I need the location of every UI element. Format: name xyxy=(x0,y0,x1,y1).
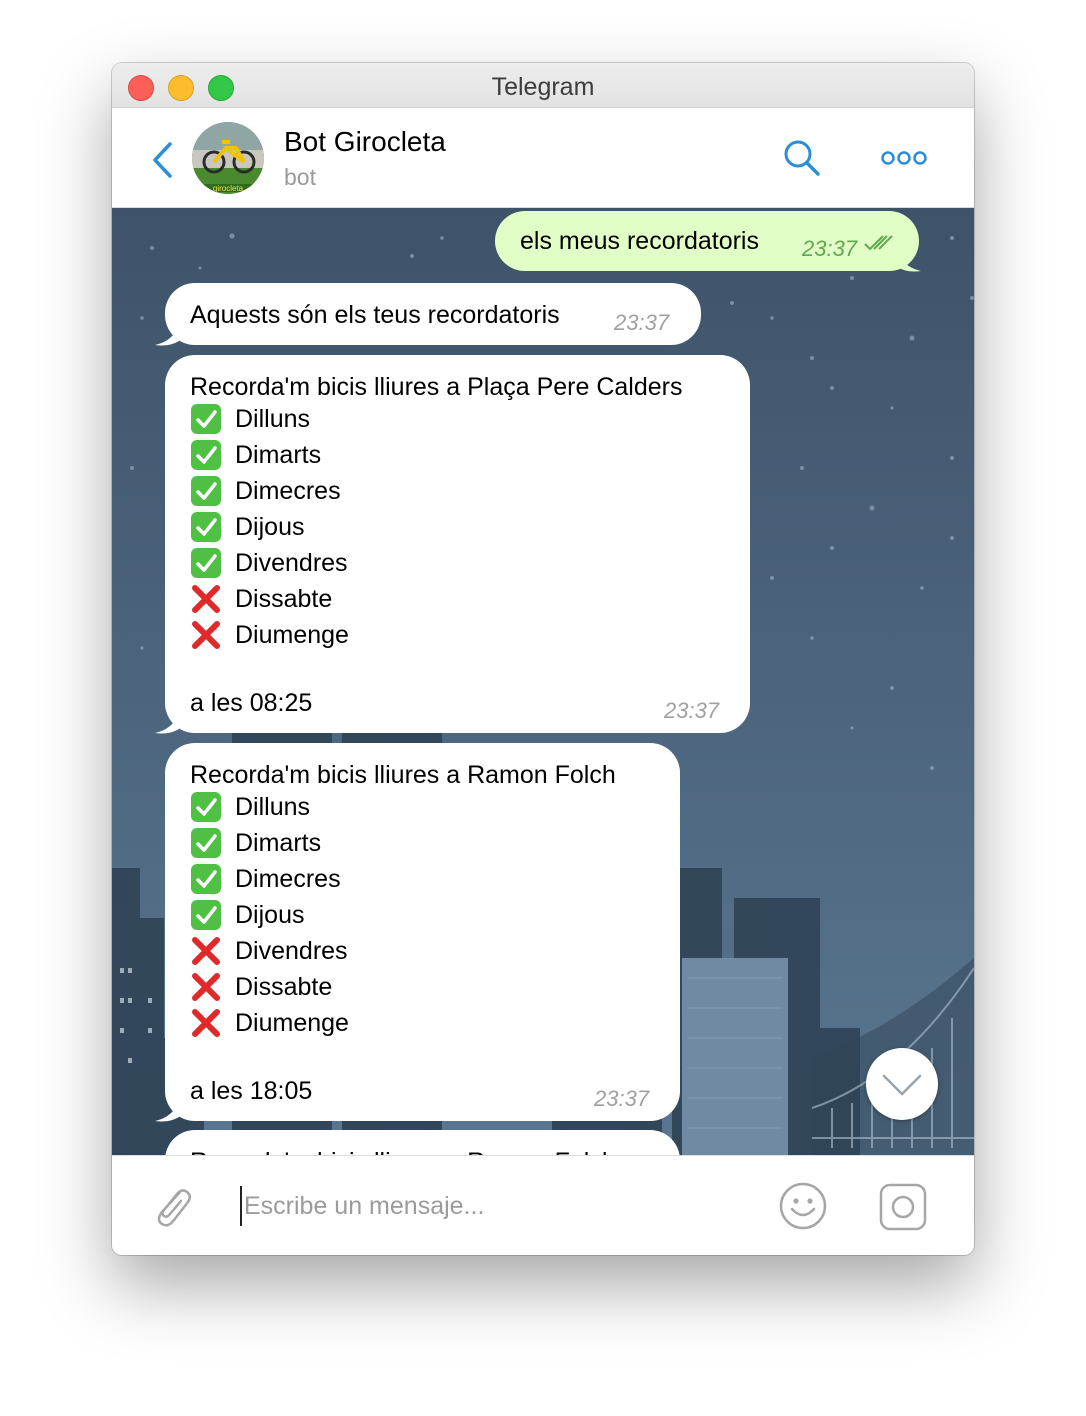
telegram-window: Telegram girocleta Bot Girocleta bot els… xyxy=(112,63,974,1255)
avatar-brand-text: girocleta xyxy=(213,184,244,193)
camera-button[interactable] xyxy=(878,1182,928,1232)
cross-mark-emoji xyxy=(192,937,220,965)
message-text: Aquests són els teus recordatoris xyxy=(190,301,560,329)
read-checkmarks-icon xyxy=(864,235,893,251)
chat-history[interactable]: els meus recordatoris 23:37 Aquests són … xyxy=(112,208,974,1155)
day-label: Dimecres xyxy=(235,865,341,893)
day-label: Dimarts xyxy=(235,829,322,857)
message-time: 23:37 xyxy=(594,1086,650,1111)
reminder-message-partial[interactable]: Recorda'm bicis lliures a Ramon Folch xyxy=(165,1130,680,1155)
day-label: Divendres xyxy=(235,937,348,965)
chat-header: girocleta Bot Girocleta bot xyxy=(112,108,974,208)
bubble-tail xyxy=(155,325,179,346)
reminder-message[interactable]: Recorda'm bicis lliures a Plaça Pere Cal… xyxy=(155,355,750,734)
cross-mark-emoji xyxy=(192,973,220,1001)
title-bar: Telegram xyxy=(112,63,974,108)
bubble-tail xyxy=(155,1101,179,1122)
bicycle-avatar-image: girocleta xyxy=(192,122,264,194)
check-mark-emoji xyxy=(191,792,221,822)
day-label: Dissabte xyxy=(235,585,333,613)
check-mark-emoji xyxy=(191,548,221,578)
check-mark-emoji xyxy=(191,476,221,506)
reminder-time-text: a les 08:25 xyxy=(190,689,313,717)
reminder-title: Recorda'm bicis lliures a Ramon Folch xyxy=(190,1144,616,1155)
search-button[interactable] xyxy=(782,138,822,178)
check-mark-emoji xyxy=(191,404,221,434)
message-composer xyxy=(112,1155,974,1255)
chat-subtitle: bot xyxy=(284,164,316,190)
more-button[interactable] xyxy=(880,148,928,168)
message-time: 23:37 xyxy=(802,236,858,261)
cross-mark-emoji xyxy=(192,1009,220,1037)
back-button[interactable] xyxy=(150,140,174,180)
emoji-icon xyxy=(779,1182,827,1230)
window-title: Telegram xyxy=(491,73,595,101)
check-mark-emoji xyxy=(191,440,221,470)
search-icon xyxy=(784,140,820,176)
day-label: Dimecres xyxy=(235,477,341,505)
back-icon xyxy=(153,142,172,178)
day-label: Divendres xyxy=(235,549,348,577)
bubble-tail xyxy=(897,251,921,272)
day-label: Dissabte xyxy=(235,973,333,1001)
message-time: 23:37 xyxy=(614,310,670,335)
cross-mark-emoji xyxy=(192,621,220,649)
message-input[interactable] xyxy=(240,1186,746,1226)
chat-title[interactable]: Bot Girocleta xyxy=(284,126,446,158)
day-label: Diumenge xyxy=(235,1009,349,1037)
message-time: 23:37 xyxy=(664,698,720,723)
check-mark-emoji xyxy=(191,864,221,894)
day-label: Dilluns xyxy=(235,405,311,433)
message-text: els meus recordatoris xyxy=(520,227,759,255)
message-incoming[interactable]: Aquests són els teus recordatoris 23:37 xyxy=(155,283,701,346)
attach-button[interactable] xyxy=(150,1182,194,1230)
day-label: Dimarts xyxy=(235,441,322,469)
reminder-message[interactable]: Recorda'm bicis lliures a Ramon Folch Di… xyxy=(155,743,680,1122)
bubble-tail xyxy=(155,713,179,734)
check-mark-emoji xyxy=(191,900,221,930)
reminder-time-text: a les 18:05 xyxy=(190,1077,313,1105)
check-mark-emoji xyxy=(191,828,221,858)
cross-mark-emoji xyxy=(192,585,220,613)
check-mark-emoji xyxy=(191,512,221,542)
more-icon xyxy=(881,151,927,165)
reminder-title: Recorda'm bicis lliures a Ramon Folch xyxy=(190,761,616,789)
message-outgoing[interactable]: els meus recordatoris 23:37 xyxy=(495,211,921,272)
day-label: Diumenge xyxy=(235,621,349,649)
bot-avatar[interactable]: girocleta xyxy=(192,122,264,194)
chevron-down-icon xyxy=(882,1074,922,1096)
camera-icon xyxy=(879,1183,927,1231)
day-label: Dilluns xyxy=(235,793,311,821)
emoji-button[interactable] xyxy=(778,1181,828,1231)
day-label: Dijous xyxy=(235,513,305,541)
attach-icon xyxy=(157,1189,191,1227)
reminder-title: Recorda'm bicis lliures a Plaça Pere Cal… xyxy=(190,373,683,401)
day-label: Dijous xyxy=(235,901,305,929)
scroll-to-bottom-button[interactable] xyxy=(866,1048,938,1120)
